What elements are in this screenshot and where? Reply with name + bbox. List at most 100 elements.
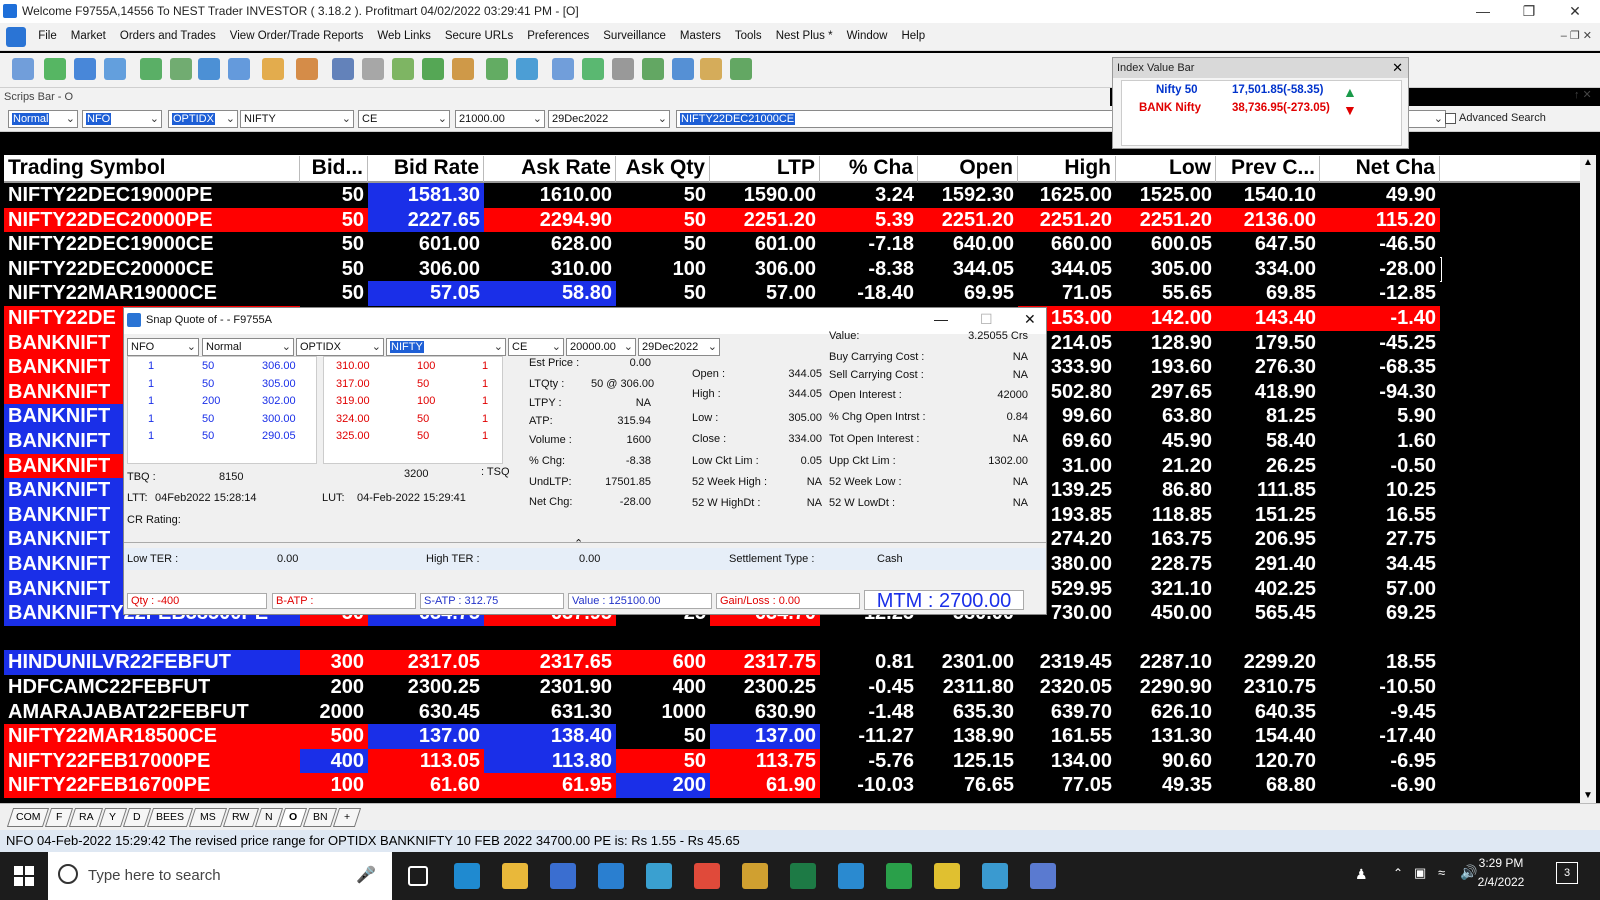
network-icon[interactable]: ▣ xyxy=(1414,865,1426,881)
table-row[interactable]: NIFTY22FEB17000PE 400 113.05 113.80 50 113.75… xyxy=(4,748,1480,774)
terminal-icon[interactable] xyxy=(886,863,912,889)
snap-symbol-select[interactable]: NIFTY ⌄ xyxy=(386,338,506,356)
menu-web-links[interactable]: Web Links xyxy=(370,23,437,49)
toolbar-button-6-icon[interactable] xyxy=(170,58,192,80)
toolbar-button-1-icon[interactable] xyxy=(12,58,34,80)
strike-select[interactable]: 21000.00 ⌄ xyxy=(455,110,545,128)
snap-option-select[interactable]: CE ⌄ xyxy=(508,338,564,356)
toolbar-button-7-icon[interactable] xyxy=(198,58,220,80)
header-trading-symbol[interactable]: Trading Symbol xyxy=(4,156,300,182)
toolbar-button-18-icon[interactable] xyxy=(552,58,574,80)
toolbar-button-11-icon[interactable] xyxy=(332,58,354,80)
tab-ms[interactable]: MS xyxy=(188,808,228,827)
symbol-select[interactable]: NIFTY ⌄ xyxy=(240,110,354,128)
app-icon[interactable] xyxy=(646,863,672,889)
tab-bees[interactable]: BEES xyxy=(146,808,194,827)
store-icon[interactable] xyxy=(550,863,576,889)
header-net-change[interactable]: Net Cha xyxy=(1320,156,1440,182)
tab-ra[interactable]: RA xyxy=(68,808,104,827)
table-row[interactable]: NIFTY22DEC19000PE 50 1581.30 1610.00 50 1590.… xyxy=(4,183,1480,208)
snap-exchange-select[interactable]: NFO ⌄ xyxy=(127,338,199,356)
menu-help[interactable]: Help xyxy=(894,23,932,49)
exchange-select[interactable]: NFO ⌄ xyxy=(82,110,162,128)
minimize-button[interactable]: — xyxy=(1460,0,1506,23)
tray-chevron-icon[interactable]: ⌃ xyxy=(1393,866,1403,880)
menu-tools[interactable]: Tools xyxy=(728,23,769,49)
table-row[interactable]: NIFTY22DEC20000CE 50 306.00 310.00 100 306.00… xyxy=(4,256,1442,282)
snap-close-button[interactable]: ✕ xyxy=(1024,311,1036,328)
mail-icon[interactable] xyxy=(598,863,624,889)
taskbar-clock[interactable]: 3:29 PM 2/4/2022 xyxy=(1470,856,1532,889)
header-bid-rate[interactable]: Bid Rate xyxy=(368,156,484,182)
table-row[interactable]: NIFTY22FEB16700PE 100 61.60 61.95 200 61.90 -1… xyxy=(4,773,1480,799)
menu-orders-and-trades[interactable]: Orders and Trades xyxy=(113,23,223,49)
maximize-button[interactable]: ❐ xyxy=(1506,0,1552,23)
photos-icon[interactable] xyxy=(838,863,864,889)
microphone-icon[interactable]: 🎤 xyxy=(356,865,376,885)
snap-maximize-button[interactable]: ☐ xyxy=(980,311,993,328)
expiry-select[interactable]: 29Dec2022 ⌄ xyxy=(548,110,670,128)
menu-nest-plus[interactable]: Nest Plus * xyxy=(769,23,840,49)
market-watch-scrollbar[interactable]: ▲ ▼ xyxy=(1580,155,1596,803)
header-open[interactable]: Open xyxy=(918,156,1018,182)
header-prev-close[interactable]: Prev C... xyxy=(1216,156,1320,182)
menu-surveillance[interactable]: Surveillance xyxy=(596,23,673,49)
toolbar-button-16-icon[interactable] xyxy=(486,58,508,80)
header-high[interactable]: High xyxy=(1018,156,1116,182)
toolbar-button-14-icon[interactable] xyxy=(422,58,444,80)
header-low[interactable]: Low xyxy=(1116,156,1216,182)
toolbar-button-12-icon[interactable] xyxy=(362,58,384,80)
header-ltp[interactable]: LTP xyxy=(710,156,820,182)
tab-rw[interactable]: RW xyxy=(222,808,260,827)
option-type-select[interactable]: CE ⌄ xyxy=(358,110,450,128)
wifi-icon[interactable]: ≈ xyxy=(1438,865,1445,880)
snap-instrument-select[interactable]: OPTIDX ⌄ xyxy=(296,338,384,356)
table-row[interactable]: HDFCAMC22FEBFUT 200 2300.25 2301.90 400 2300.… xyxy=(4,675,1480,700)
toolbar-button-4-icon[interactable] xyxy=(104,58,126,80)
toolbar-button-9-icon[interactable] xyxy=(262,58,284,80)
nest-app-icon[interactable] xyxy=(742,863,768,889)
instrument-select[interactable]: OPTIDX ⌄ xyxy=(168,110,238,128)
taskbar-search-box[interactable]: Type here to search 🎤 xyxy=(48,852,392,900)
people-icon[interactable]: ♟ xyxy=(1355,866,1368,883)
edge-icon[interactable] xyxy=(454,863,480,889)
mdi-controls[interactable]: – ❐ ✕ xyxy=(1561,29,1592,42)
snap-type-select[interactable]: Normal ⌄ xyxy=(202,338,294,356)
header-bid-qty[interactable]: Bid... xyxy=(300,156,368,182)
table-row[interactable]: NIFTY22DEC20000PE 50 2227.65 2294.90 50 2251.… xyxy=(4,207,1480,233)
header-ask-rate[interactable]: Ask Rate xyxy=(484,156,616,182)
menu-view-order-trade-reports[interactable]: View Order/Trade Reports xyxy=(223,23,371,49)
file-explorer-icon[interactable] xyxy=(502,863,528,889)
toolbar-button-19-icon[interactable] xyxy=(582,58,604,80)
toolbar-button-17-icon[interactable] xyxy=(516,58,538,80)
table-row[interactable]: NIFTY22DEC19000CE 50 601.00 628.00 50 601.00-… xyxy=(4,232,1480,258)
notification-icon[interactable]: 3 xyxy=(1556,862,1578,884)
menu-file[interactable]: File xyxy=(31,23,64,49)
menu-secure-urls[interactable]: Secure URLs xyxy=(438,23,520,49)
toolbar-button-21-icon[interactable] xyxy=(642,58,664,80)
header-pct-change[interactable]: % Cha xyxy=(820,156,918,182)
menu-market[interactable]: Market xyxy=(64,23,113,49)
snap-strike-select[interactable]: 20000.00 ⌄ xyxy=(566,338,636,356)
snap-minimize-button[interactable]: — xyxy=(934,311,948,327)
order-type-select[interactable]: Normal ⌄ xyxy=(8,110,78,128)
snap-expiry-select[interactable]: 29Dec2022 ⌄ xyxy=(638,338,720,356)
close-button[interactable]: ✕ xyxy=(1552,0,1598,23)
toolbar-button-3-icon[interactable] xyxy=(74,58,96,80)
excel-icon[interactable] xyxy=(790,863,816,889)
tab-add[interactable]: + xyxy=(332,808,362,827)
table-row[interactable] xyxy=(4,625,1480,651)
calculator-icon[interactable] xyxy=(1030,863,1056,889)
table-row[interactable]: NIFTY22MAR19000CE 50 57.05 58.80 50 57.00 -18.… xyxy=(4,281,1480,307)
index-bar-close-icon[interactable]: ✕ xyxy=(1392,60,1403,76)
toolbar-button-10-icon[interactable] xyxy=(296,58,318,80)
snip-icon[interactable] xyxy=(982,863,1008,889)
toolbar-button-20-icon[interactable] xyxy=(612,58,634,80)
chrome-icon[interactable] xyxy=(694,863,720,889)
scrips-bar-controls[interactable]: ↑ ✕ xyxy=(1574,88,1592,101)
table-row[interactable]: HINDUNILVR22FEBFUT 300 2317.05 2317.65 600 23… xyxy=(4,650,1480,676)
toolbar-button-22-icon[interactable] xyxy=(672,58,694,80)
header-ask-qty[interactable]: Ask Qty xyxy=(616,156,710,182)
tab-bn[interactable]: BN xyxy=(302,808,338,827)
toolbar-button-8-icon[interactable] xyxy=(228,58,250,80)
